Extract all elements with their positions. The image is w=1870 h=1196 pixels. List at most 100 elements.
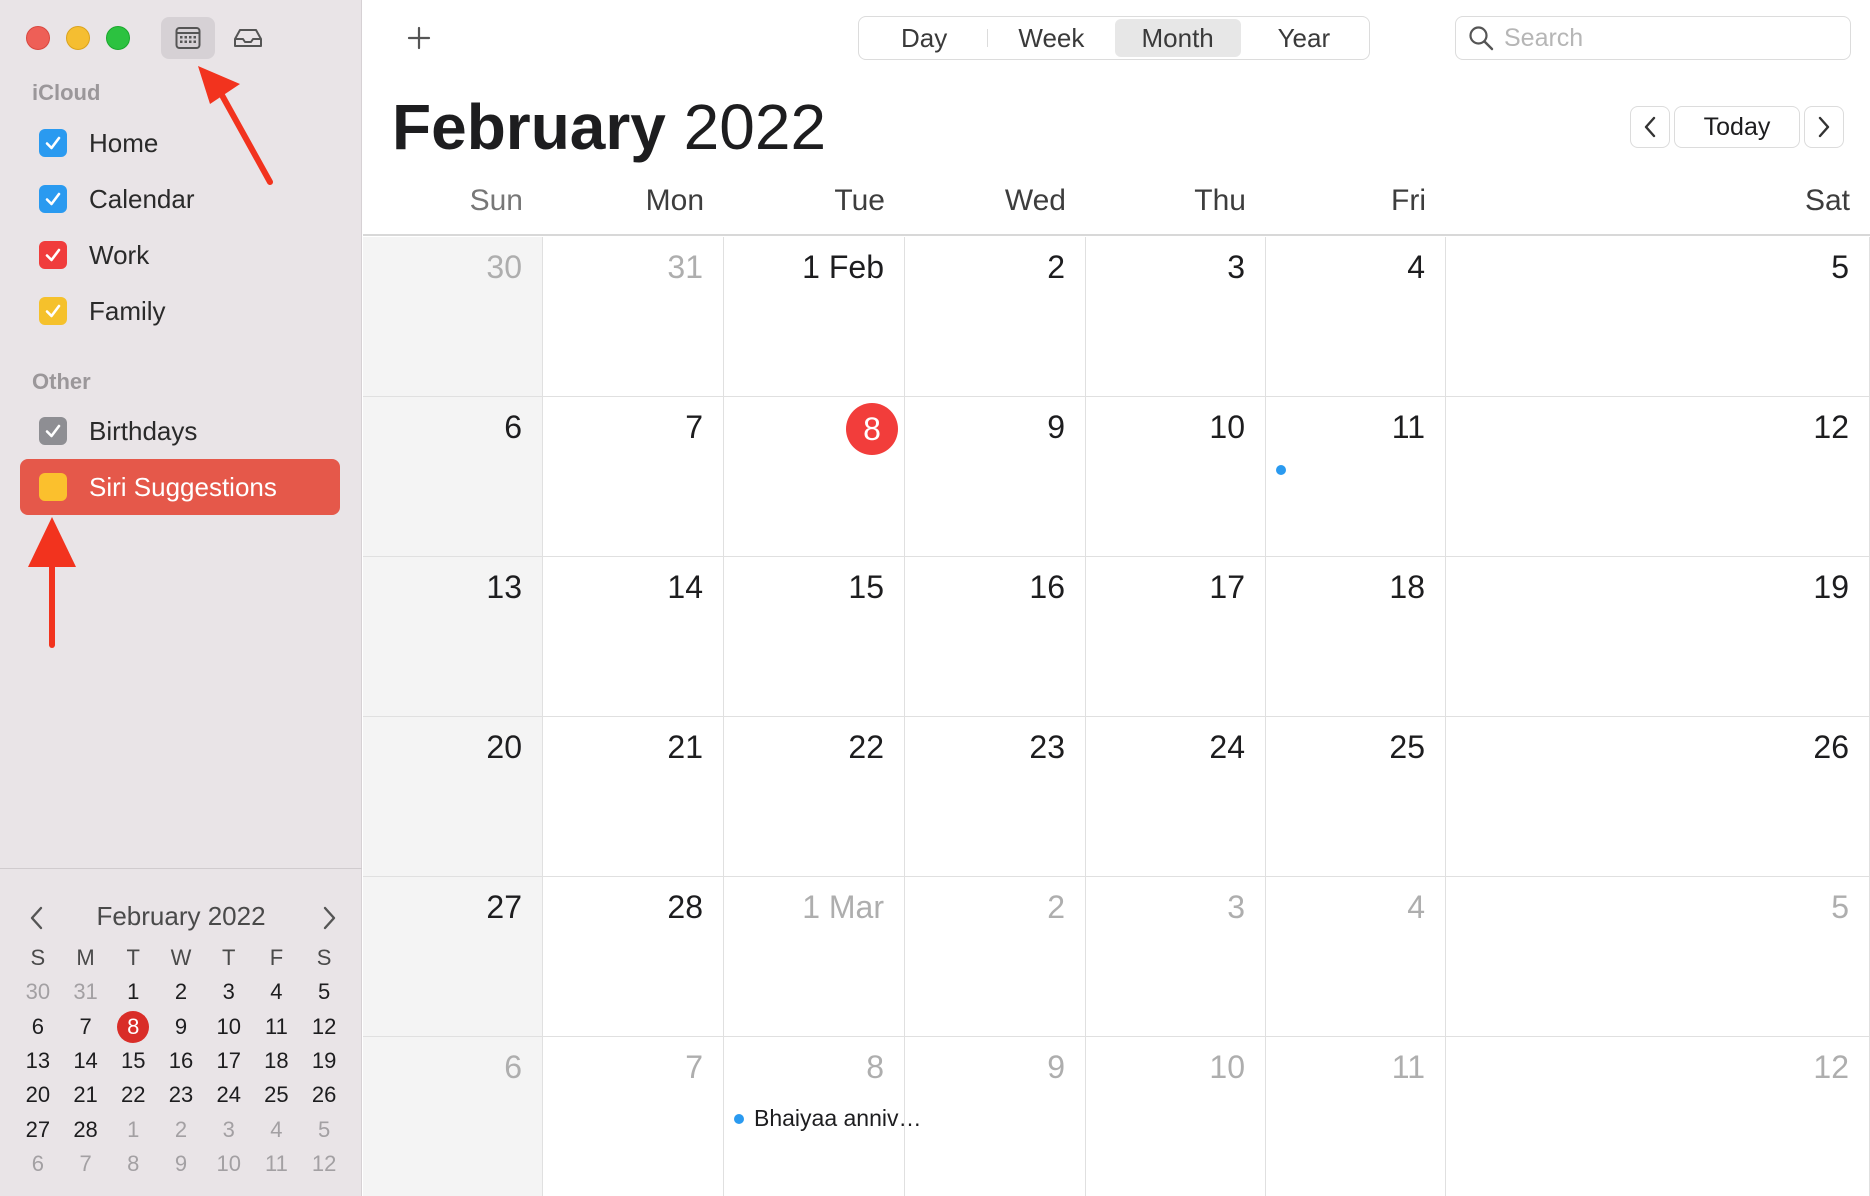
day-cell[interactable]: 6 (363, 1037, 543, 1196)
mini-day[interactable]: 3 (205, 1112, 253, 1146)
mini-day[interactable]: 10 (205, 1010, 253, 1044)
day-cell[interactable]: 5 (1446, 237, 1870, 396)
search-input[interactable] (1504, 23, 1824, 53)
mini-day[interactable]: 14 (62, 1044, 110, 1078)
mini-day[interactable]: 6 (14, 1010, 62, 1044)
calendar-event[interactable]: Bhaiyaa anniv… (734, 1105, 922, 1132)
day-cell[interactable]: 31 (543, 237, 724, 396)
next-month-button[interactable] (1804, 106, 1844, 148)
day-cell-today[interactable]: 8 (724, 397, 905, 556)
day-cell[interactable]: 16 (905, 557, 1086, 716)
day-cell[interactable]: 25 (1266, 717, 1446, 876)
tab-year[interactable]: Year (1241, 19, 1367, 57)
inbox-button[interactable] (221, 17, 275, 59)
mini-day[interactable]: 21 (62, 1078, 110, 1112)
mini-day[interactable]: 2 (157, 975, 205, 1009)
day-cell[interactable]: 2 (905, 237, 1086, 396)
mini-day[interactable]: 30 (14, 975, 62, 1009)
day-cell[interactable]: 13 (363, 557, 543, 716)
day-cell[interactable]: 26 (1446, 717, 1870, 876)
calendar-event[interactable] (1276, 465, 1296, 475)
minimize-window-button[interactable] (66, 26, 90, 50)
day-cell[interactable]: 19 (1446, 557, 1870, 716)
mini-day[interactable]: 4 (253, 1112, 301, 1146)
day-cell[interactable]: 4 (1266, 877, 1446, 1036)
mini-day[interactable]: 20 (14, 1078, 62, 1112)
day-cell[interactable]: 18 (1266, 557, 1446, 716)
day-cell[interactable]: 8 Bhaiyaa anniv… (724, 1037, 922, 1196)
mini-day-today[interactable]: 8 (109, 1010, 157, 1044)
mini-day[interactable]: 7 (62, 1010, 110, 1044)
mini-day[interactable]: 1 (109, 1112, 157, 1146)
tab-month[interactable]: Month (1114, 19, 1241, 57)
mini-day[interactable]: 31 (62, 975, 110, 1009)
day-cell[interactable]: 6 (363, 397, 543, 556)
calendar-item-birthdays[interactable]: Birthdays (20, 403, 340, 459)
day-cell[interactable]: 28 (543, 877, 724, 1036)
calendar-item-home[interactable]: Home (20, 115, 340, 171)
day-cell[interactable]: 7 (543, 397, 724, 556)
mini-day[interactable]: 10 (205, 1147, 253, 1181)
day-cell[interactable]: 2 (905, 877, 1086, 1036)
mini-day[interactable]: 13 (14, 1044, 62, 1078)
day-cell[interactable]: 27 (363, 877, 543, 1036)
mini-day[interactable]: 2 (157, 1112, 205, 1146)
day-cell[interactable]: 9 (905, 1037, 1086, 1196)
day-cell[interactable]: 20 (363, 717, 543, 876)
mini-day[interactable]: 23 (157, 1078, 205, 1112)
checkbox-birthdays[interactable] (39, 417, 67, 445)
mini-day[interactable]: 27 (14, 1112, 62, 1146)
day-cell[interactable]: 23 (905, 717, 1086, 876)
mini-day[interactable]: 12 (300, 1147, 348, 1181)
mini-day[interactable]: 1 (109, 975, 157, 1009)
mini-day[interactable]: 9 (157, 1147, 205, 1181)
day-cell[interactable]: 12 (1446, 1037, 1870, 1196)
calendar-item-calendar[interactable]: Calendar (20, 171, 340, 227)
day-cell[interactable]: 12 (1446, 397, 1870, 556)
close-window-button[interactable] (26, 26, 50, 50)
day-cell[interactable]: 22 (724, 717, 905, 876)
mini-day[interactable]: 5 (300, 975, 348, 1009)
day-cell[interactable]: 10 (1086, 397, 1266, 556)
day-cell[interactable]: 3 (1086, 877, 1266, 1036)
day-cell[interactable]: 11 (1266, 1037, 1446, 1196)
day-cell[interactable]: 30 (363, 237, 543, 396)
day-cell[interactable]: 15 (724, 557, 905, 716)
tab-week[interactable]: Week (988, 19, 1114, 57)
today-button[interactable]: Today (1674, 106, 1800, 148)
calendar-item-family[interactable]: Family (20, 283, 340, 339)
mini-next-month-button[interactable] (318, 905, 340, 931)
mini-day[interactable]: 7 (62, 1147, 110, 1181)
day-cell[interactable]: 4 (1266, 237, 1446, 396)
zoom-window-button[interactable] (106, 26, 130, 50)
mini-day[interactable]: 11 (253, 1010, 301, 1044)
day-cell[interactable]: 24 (1086, 717, 1266, 876)
tab-day[interactable]: Day (861, 19, 987, 57)
day-cell[interactable]: 1 Feb (724, 237, 905, 396)
day-cell[interactable]: 9 (905, 397, 1086, 556)
checkbox-siri-suggestions[interactable] (39, 473, 67, 501)
day-cell[interactable]: 21 (543, 717, 724, 876)
add-event-button[interactable] (401, 20, 437, 56)
calendar-item-siri-suggestions[interactable]: Siri Suggestions (20, 459, 340, 515)
calendar-item-work[interactable]: Work (20, 227, 340, 283)
mini-day[interactable]: 4 (253, 975, 301, 1009)
day-cell[interactable]: 17 (1086, 557, 1266, 716)
previous-month-button[interactable] (1630, 106, 1670, 148)
day-cell[interactable]: 14 (543, 557, 724, 716)
mini-day[interactable]: 17 (205, 1044, 253, 1078)
mini-day[interactable]: 9 (157, 1010, 205, 1044)
mini-day[interactable]: 28 (62, 1112, 110, 1146)
mini-day[interactable]: 11 (253, 1147, 301, 1181)
day-cell[interactable]: 11 (1266, 397, 1446, 556)
day-cell[interactable]: 10 (1086, 1037, 1266, 1196)
mini-day[interactable]: 16 (157, 1044, 205, 1078)
mini-day[interactable]: 8 (109, 1147, 157, 1181)
day-cell[interactable]: 1 Mar (724, 877, 905, 1036)
day-cell[interactable]: 5 (1446, 877, 1870, 1036)
mini-day[interactable]: 5 (300, 1112, 348, 1146)
mini-day[interactable]: 26 (300, 1078, 348, 1112)
checkbox-home[interactable] (39, 129, 67, 157)
mini-day[interactable]: 12 (300, 1010, 348, 1044)
search-field[interactable] (1455, 16, 1851, 60)
